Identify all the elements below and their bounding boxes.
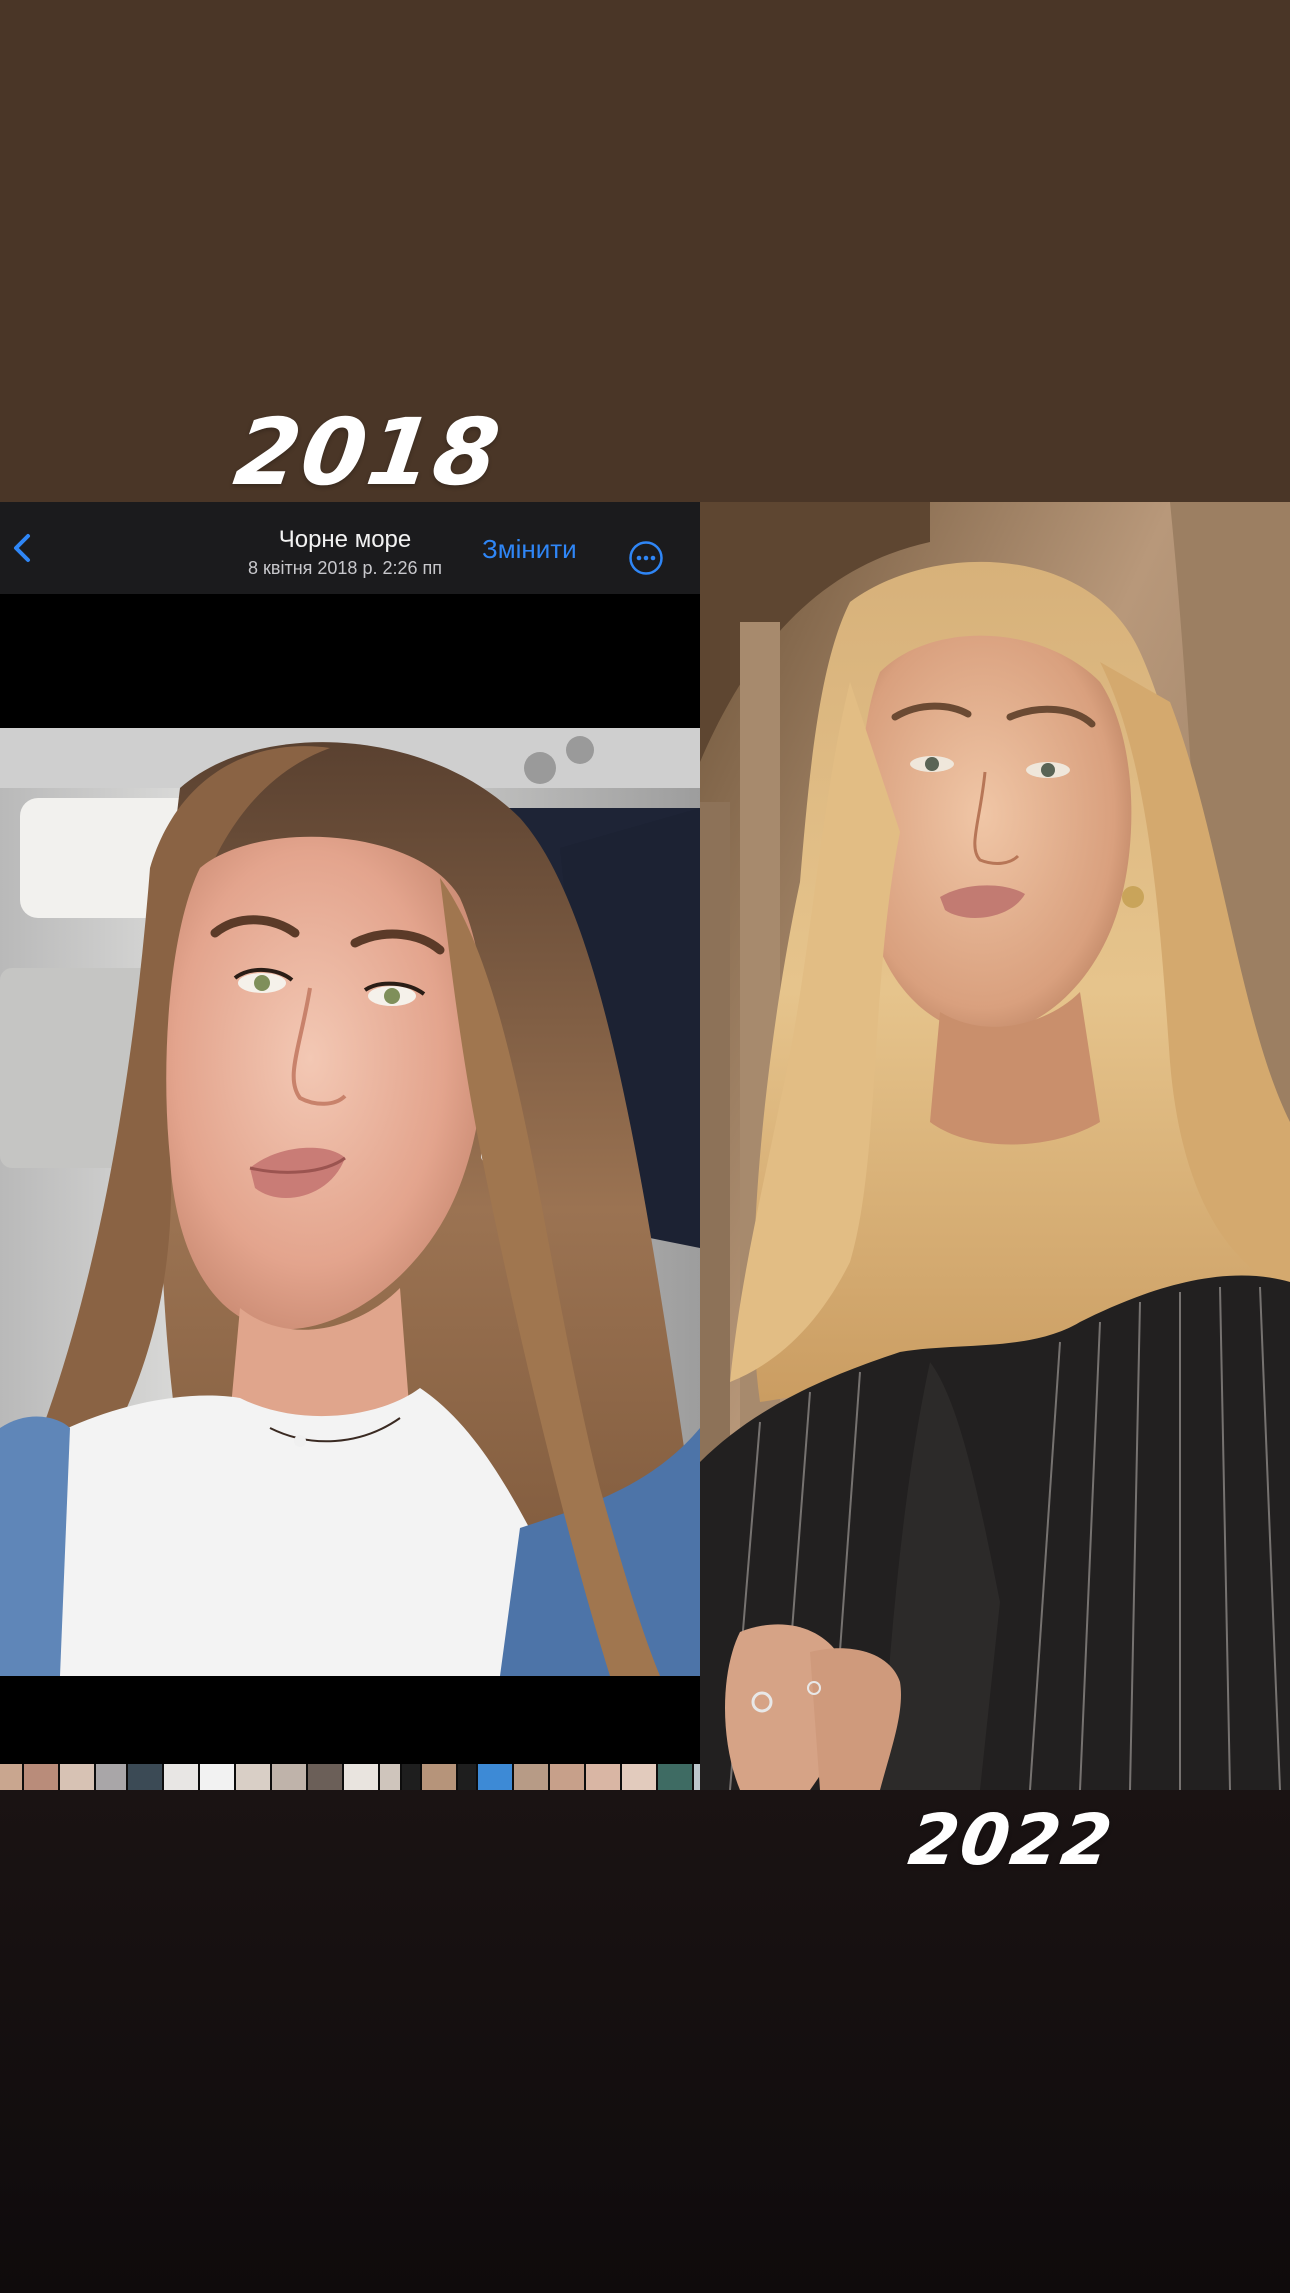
thumbnail[interactable] bbox=[24, 1764, 58, 1790]
year-label-left: 2018 bbox=[228, 399, 508, 506]
photos-nav-bar: Чорне море 8 квітня 2018 р. 2:26 пп Змін… bbox=[0, 502, 700, 594]
thumbnail[interactable] bbox=[60, 1764, 94, 1790]
thumbnail[interactable] bbox=[164, 1764, 198, 1790]
thumbnail[interactable] bbox=[402, 1764, 420, 1790]
chevron-left-icon bbox=[6, 534, 40, 572]
thumbnail[interactable] bbox=[308, 1764, 342, 1790]
thumbnail[interactable] bbox=[380, 1764, 400, 1790]
thumbnail[interactable] bbox=[514, 1764, 548, 1790]
thumbnail[interactable] bbox=[200, 1764, 234, 1790]
thumbnail[interactable] bbox=[422, 1764, 456, 1790]
more-button[interactable] bbox=[628, 540, 664, 576]
thumbnail[interactable] bbox=[272, 1764, 306, 1790]
thumbnail[interactable] bbox=[550, 1764, 584, 1790]
thumbnail[interactable] bbox=[0, 1764, 22, 1790]
photo-date: 8 квітня 2018 р. 2:26 пп bbox=[248, 558, 442, 578]
thumbnail[interactable] bbox=[458, 1764, 476, 1790]
portrait-photo-2022 bbox=[700, 502, 1290, 1790]
ellipsis-circle-icon bbox=[628, 541, 664, 580]
photos-app-screenshot: Чорне море 8 квітня 2018 р. 2:26 пп Змін… bbox=[0, 502, 700, 1790]
top-background bbox=[0, 0, 1290, 502]
thumbnail[interactable] bbox=[236, 1764, 270, 1790]
year-label-right: 2022 bbox=[904, 1799, 1119, 1881]
back-button[interactable] bbox=[6, 528, 40, 568]
selfie-photo-2018[interactable] bbox=[0, 728, 700, 1676]
thumbnail[interactable] bbox=[344, 1764, 378, 1790]
album-title: Чорне море bbox=[278, 526, 412, 553]
thumbnail-strip[interactable] bbox=[0, 1764, 700, 1790]
edit-button[interactable]: Змінити bbox=[482, 534, 577, 564]
thumbnail[interactable] bbox=[128, 1764, 162, 1790]
thumbnail[interactable] bbox=[478, 1764, 512, 1790]
thumbnail[interactable] bbox=[96, 1764, 126, 1790]
thumbnail[interactable] bbox=[658, 1764, 692, 1790]
thumbnail[interactable] bbox=[586, 1764, 620, 1790]
thumbnail[interactable] bbox=[622, 1764, 656, 1790]
